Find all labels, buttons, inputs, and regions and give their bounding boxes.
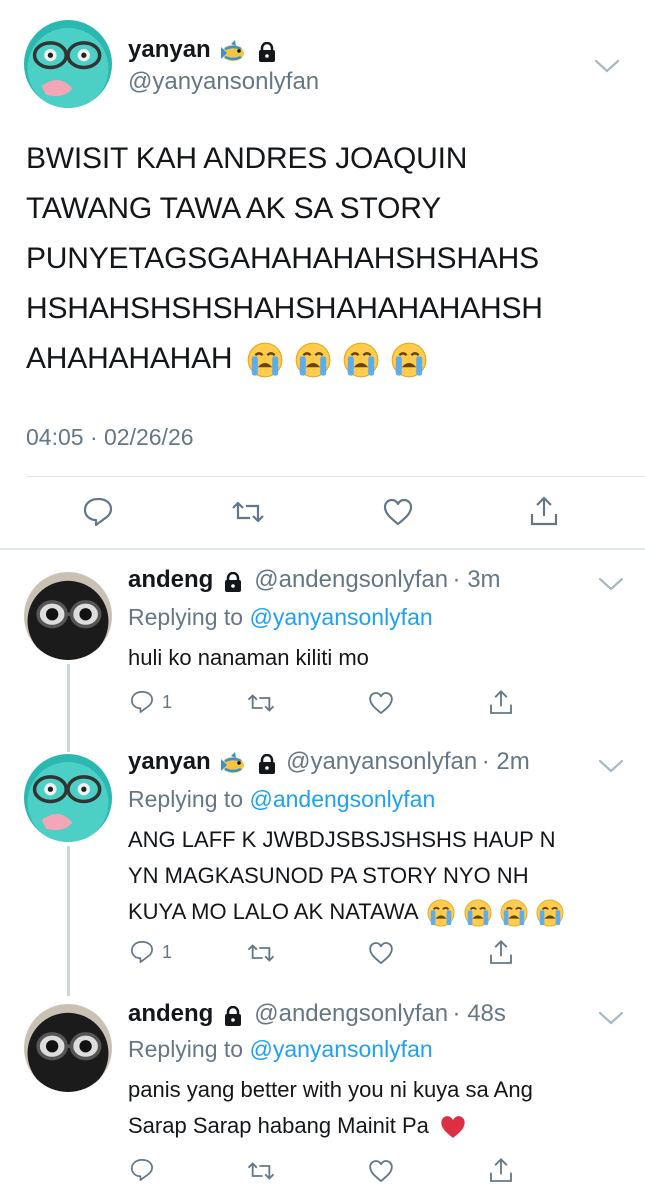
fish-emoji-icon [219,750,246,775]
reply-icon [83,497,113,527]
like-icon[interactable] [366,1156,396,1186]
tweet-text-line: TAWANG TAWA AK SA STORY [26,192,441,225]
reply-icon[interactable] [128,1156,156,1184]
author-line: andeng @andengsonlyfan · 48s [128,1000,506,1028]
reply-text-span: Sarap Sarap habang Mainit Pa [128,1113,429,1138]
handle[interactable]: @yanyansonlyfan [128,68,319,96]
share-icon[interactable] [486,938,516,968]
reply-action-bar: 1 [128,688,528,718]
replying-to-label: Replying to [128,786,244,812]
fish-emoji-icon [219,38,246,63]
tweet-age[interactable]: · 2m [482,748,530,775]
lock-icon [223,1005,243,1028]
reply-text: ANG LAFF K JWBDJSBSJSHSHS HAUP N YN MAGK… [128,822,628,930]
reply-text-line: ANG LAFF K JWBDJSBSJSHSHS HAUP N [128,827,556,852]
divider [26,476,645,477]
lock-icon [257,753,276,776]
tweet-text-line: PUNYETAGSGAHAHAHAHSHSHAHS [26,242,539,275]
loudly-crying-emoji-icon [535,899,564,928]
reply-icon [131,691,153,713]
replying-to: Replying to @yanyansonlyfan [128,604,433,631]
replying-to: Replying to @yanyansonlyfan [128,1036,433,1063]
replying-to-link[interactable]: @andengsonlyfan [249,786,435,812]
display-name[interactable]: yanyan [128,36,211,63]
loudly-crying-emoji-icon [499,899,528,928]
loudly-crying-emoji-icon [427,899,456,928]
loudly-crying-emoji-icon [463,899,492,928]
chevron-down-icon[interactable] [596,1008,626,1028]
chevron-down-icon[interactable] [596,756,626,776]
thread-line [67,846,70,996]
tweet-text: BWISIT KAH ANDRES JOAQUIN TAWANG TAWA AK… [26,134,626,384]
share-icon[interactable] [486,688,516,718]
tweet-text-span: AHAHAHAHAH [26,342,233,375]
retweet-icon[interactable] [246,688,276,718]
replying-to-label: Replying to [128,604,244,630]
author-line: yanyan @yanyansonlyfan · 2m [128,748,530,780]
reply-icon [131,941,153,963]
author-line: yanyan [128,36,278,68]
share-button[interactable] [526,494,562,530]
share-icon [530,496,558,526]
replying-to-link[interactable]: @yanyansonlyfan [249,604,432,630]
avatar[interactable] [24,1004,112,1092]
tweet-age[interactable]: · 48s [453,1000,506,1027]
thread-line [67,664,70,752]
reply-count: 1 [162,941,173,962]
handle[interactable]: @andengsonlyfan [254,566,448,593]
timestamp[interactable]: 04:05 · 02/26/26 [26,424,194,451]
like-icon [383,498,413,526]
reply-action-bar: 1 [128,938,528,968]
replying-to: Replying to @andengsonlyfan [128,786,435,813]
loudly-crying-emoji-icon [390,342,427,379]
tweet-age[interactable]: · 3m [453,566,501,593]
avatar[interactable] [24,20,112,108]
retweet-icon[interactable] [246,938,276,968]
replying-to-label: Replying to [128,1036,244,1062]
author-line: andeng @andengsonlyfan · 3m [128,566,501,594]
reply-text-span: KUYA MO LALO AK NATAWA [128,899,418,924]
retweet-icon[interactable] [246,1156,276,1186]
lock-icon [223,571,243,594]
like-icon[interactable] [366,688,396,718]
reply-text-line: Sarap Sarap habang Mainit Pa [128,1108,628,1144]
tweet-text-line: AHAHAHAHAH [26,334,626,384]
reply-text: huli ko nanaman kiliti mo [128,640,369,676]
reply-button[interactable]: 1 [128,688,172,716]
lock-icon [257,41,276,64]
display-name[interactable]: andeng [128,566,213,593]
reply-text-line: panis yang better with you ni kuya sa An… [128,1077,533,1102]
handle[interactable]: @andengsonlyfan [254,1000,448,1027]
reply-text-line: YN MAGKASUNOD PA STORY NYO NH [128,863,529,888]
reply-button[interactable] [80,494,116,530]
tweet-text-line: HSHAHSHSHSHAHSHAHAHAHAHSH [26,292,543,325]
display-name[interactable]: yanyan [128,748,211,775]
retweet-button[interactable] [230,494,266,530]
loudly-crying-emoji-icon [246,342,283,379]
loudly-crying-emoji-icon [294,342,331,379]
avatar[interactable] [24,754,112,842]
section-divider [0,548,645,550]
handle[interactable]: @yanyansonlyfan [286,748,477,775]
replying-to-link[interactable]: @yanyansonlyfan [249,1036,432,1062]
chevron-down-icon[interactable] [592,56,622,76]
like-icon[interactable] [366,938,396,968]
reply-text-line: huli ko nanaman kiliti mo [128,645,369,670]
tweet-text-line: BWISIT KAH ANDRES JOAQUIN [26,142,468,175]
display-name[interactable]: andeng [128,1000,213,1027]
chevron-down-icon[interactable] [596,574,626,594]
reply-text: panis yang better with you ni kuya sa An… [128,1072,628,1144]
reply-text-line: KUYA MO LALO AK NATAWA [128,894,628,930]
like-button[interactable] [380,494,416,530]
reply-button[interactable]: 1 [128,938,172,966]
loudly-crying-emoji-icon [342,342,379,379]
share-icon[interactable] [486,1156,516,1186]
retweet-icon [231,501,265,523]
avatar[interactable] [24,572,112,660]
red-heart-emoji-icon [441,1116,465,1139]
reply-count: 1 [162,691,173,712]
reply-action-bar [128,1156,528,1186]
